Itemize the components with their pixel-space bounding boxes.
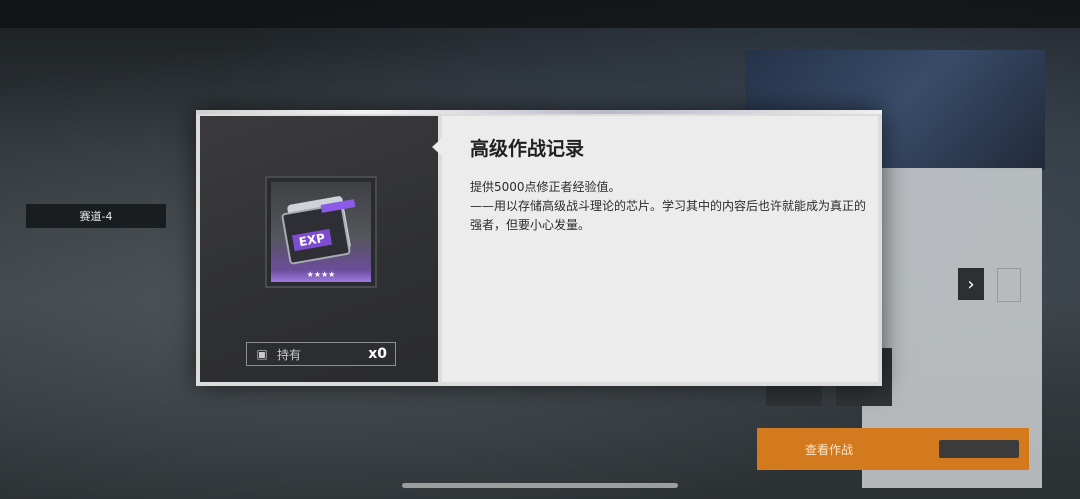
background-orange-button-label: 查看作战 (805, 442, 854, 457)
owned-label: 持有 (277, 347, 302, 362)
item-title: 高级作战记录 (470, 138, 585, 160)
pane-pointer (432, 138, 442, 156)
owned-count-box: ▣ 持有 x0 (246, 342, 396, 366)
home-indicator[interactable] (402, 483, 678, 488)
background-arrow-outline (997, 268, 1021, 302)
background-orange-button: 查看作战 (757, 428, 1029, 470)
background-left-tag: 赛道-4 (26, 204, 166, 228)
box-icon: ▣ (256, 347, 268, 361)
description-line: ——用以存储高级战斗理论的芯片。学习其中的内容后也许就能成为真正的强者，但要小心… (470, 199, 867, 232)
description-line: 提供5000点修正者经验值。 (470, 180, 621, 194)
item-preview-pane: EXP ★★★★ ▣ 持有 x0 (200, 116, 438, 382)
item-description: 提供5000点修正者经验值。 ——用以存储高级战斗理论的芯片。学习其中的内容后也… (470, 178, 870, 235)
item-icon-frame: EXP ★★★★ (265, 176, 377, 288)
exp-chip-icon: EXP ★★★★ (271, 182, 371, 282)
owned-count: x0 (368, 346, 387, 362)
modal-top-edge (196, 110, 882, 114)
item-info-pane: 高级作战记录 提供5000点修正者经验值。 ——用以存储高级战斗理论的芯片。学习… (442, 116, 878, 382)
item-detail-modal[interactable]: EXP ★★★★ ▣ 持有 x0 高级作战记录 提供5000点修正者经验值。 —… (196, 110, 882, 386)
chevron-right-icon: › (958, 268, 984, 300)
rarity-stars: ★★★★ (306, 270, 336, 279)
background-orange-chip (939, 440, 1019, 458)
background-top-bar (0, 0, 1080, 28)
